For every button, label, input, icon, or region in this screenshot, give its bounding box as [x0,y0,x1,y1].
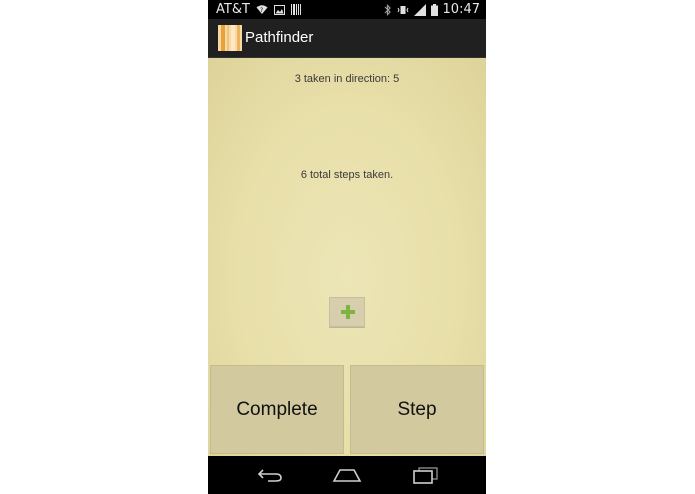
app-logo-icon [218,25,242,51]
status-right: 10:47 [384,0,480,19]
main-content: 3 taken in direction: 5 6 total steps ta… [208,58,486,456]
recents-icon[interactable] [411,466,439,488]
image-notification-icon [273,4,285,15]
plus-icon [341,305,355,319]
app-title: Pathfinder [245,29,314,46]
action-bar: Pathfinder [208,19,486,58]
step-button[interactable]: Step [350,365,484,454]
signal-icon [413,3,426,16]
back-icon[interactable] [256,466,284,488]
clock-time: 10:47 [442,2,480,17]
vibrate-icon [397,5,409,15]
phone-screen: AT&T ? 10:47 Pathfinder 3 taken in direc… [208,0,486,494]
carrier-label: AT&T [216,2,250,17]
home-icon[interactable] [332,466,362,488]
status-left: AT&T ? [216,0,301,19]
barcode-icon [290,4,301,15]
bluetooth-icon [384,3,392,16]
svg-text:?: ? [260,7,263,14]
step-button-label: Step [397,398,437,420]
wifi-question-icon: ? [256,4,268,15]
direction-steps-text: 3 taken in direction: 5 [294,73,400,85]
add-button[interactable] [329,297,365,327]
battery-icon [430,3,438,16]
complete-button-label: Complete [236,398,318,420]
total-steps-text: 6 total steps taken. [300,169,394,181]
navigation-bar [208,456,486,494]
status-bar: AT&T ? 10:47 [208,0,486,19]
complete-button[interactable]: Complete [210,365,344,454]
